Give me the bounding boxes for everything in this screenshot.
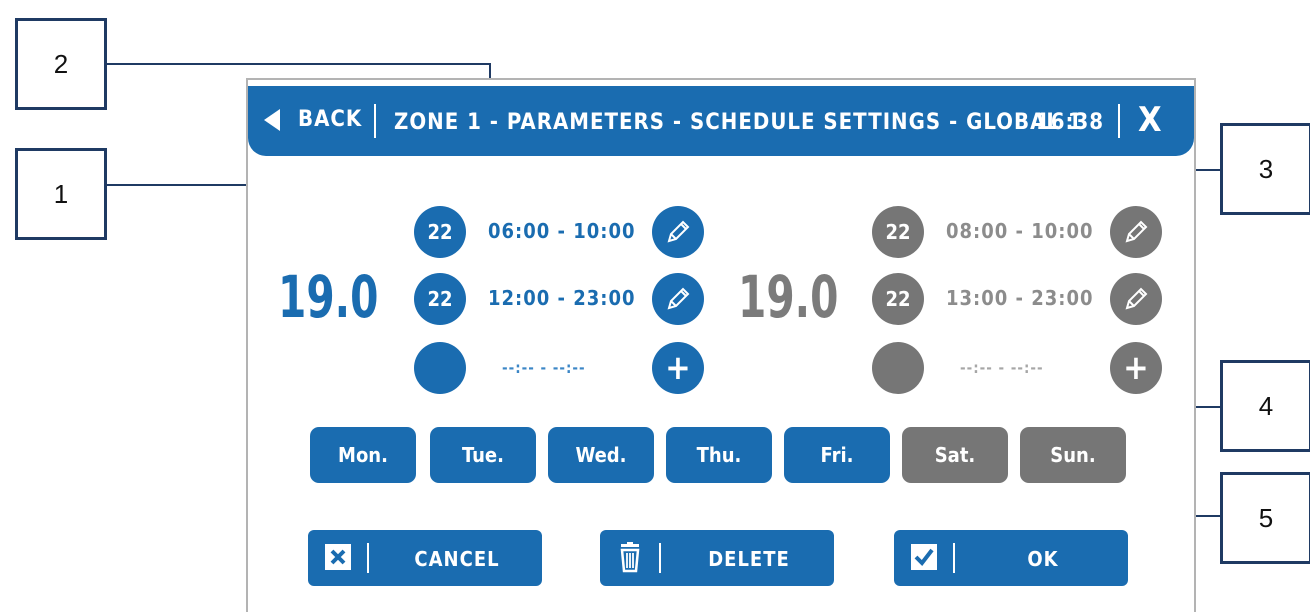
plus-icon[interactable]: + xyxy=(1110,342,1162,394)
interval-time-empty: --:-- - --:-- xyxy=(502,359,586,377)
day-button-sun[interactable]: Sun. xyxy=(1020,427,1126,483)
callout-5: 5 xyxy=(1220,472,1310,564)
setpoint-badge-empty[interactable] xyxy=(414,342,466,394)
day-button-fri[interactable]: Fri. xyxy=(784,427,890,483)
button-divider xyxy=(659,543,661,573)
day-button-tue[interactable]: Tue. xyxy=(430,427,536,483)
setpoint-badge[interactable]: 22 xyxy=(872,273,924,325)
setpoint-badge[interactable]: 22 xyxy=(872,206,924,258)
header-bar: BACK ZONE 1 - PARAMETERS - SCHEDULE SETT… xyxy=(248,86,1194,156)
clock-time: 16:38 xyxy=(1036,110,1105,135)
button-divider xyxy=(953,543,955,573)
interval-time[interactable]: 06:00 - 10:00 xyxy=(488,219,636,243)
cancel-box-icon xyxy=(325,544,351,570)
interval-time[interactable]: 13:00 - 23:00 xyxy=(946,286,1094,310)
interval-time[interactable]: 08:00 - 10:00 xyxy=(946,219,1094,243)
delete-button[interactable]: DELETE xyxy=(600,530,834,586)
right-temperature[interactable]: 19.0 xyxy=(738,263,838,331)
header-divider xyxy=(374,104,376,138)
back-label: BACK xyxy=(298,107,363,132)
pencil-icon[interactable] xyxy=(652,273,704,325)
setpoint-badge[interactable]: 22 xyxy=(414,273,466,325)
plus-icon[interactable]: + xyxy=(652,342,704,394)
callout-3: 3 xyxy=(1220,123,1310,215)
setpoint-badge[interactable]: 22 xyxy=(414,206,466,258)
close-icon[interactable]: X xyxy=(1138,100,1163,140)
pencil-icon[interactable] xyxy=(1110,273,1162,325)
header-divider xyxy=(1118,104,1120,138)
schedule-panel: BACK ZONE 1 - PARAMETERS - SCHEDULE SETT… xyxy=(246,78,1196,612)
setpoint-badge-empty[interactable] xyxy=(872,342,924,394)
button-divider xyxy=(367,543,369,573)
delete-label: DELETE xyxy=(708,547,790,571)
left-temperature[interactable]: 19.0 xyxy=(278,263,378,331)
day-button-sat[interactable]: Sat. xyxy=(902,427,1008,483)
day-button-thu[interactable]: Thu. xyxy=(666,427,772,483)
day-button-mon[interactable]: Mon. xyxy=(310,427,416,483)
back-arrow-icon xyxy=(264,108,280,131)
trash-icon xyxy=(620,542,640,573)
day-button-wed[interactable]: Wed. xyxy=(548,427,654,483)
interval-time[interactable]: 12:00 - 23:00 xyxy=(488,286,636,310)
check-box-icon xyxy=(911,544,937,570)
callout-4: 4 xyxy=(1220,360,1310,452)
callout-2: 2 xyxy=(15,18,107,110)
callout-1: 1 xyxy=(15,148,107,240)
ok-button[interactable]: OK xyxy=(894,530,1128,586)
cancel-button[interactable]: CANCEL xyxy=(308,530,542,586)
interval-time-empty: --:-- - --:-- xyxy=(960,359,1044,377)
breadcrumb-title: ZONE 1 - PARAMETERS - SCHEDULE SETTINGS … xyxy=(394,110,1083,135)
pencil-icon[interactable] xyxy=(1110,206,1162,258)
pencil-icon[interactable] xyxy=(652,206,704,258)
ok-label: OK xyxy=(1027,547,1059,571)
cancel-label: CANCEL xyxy=(414,547,500,571)
back-button[interactable]: BACK xyxy=(264,107,362,132)
